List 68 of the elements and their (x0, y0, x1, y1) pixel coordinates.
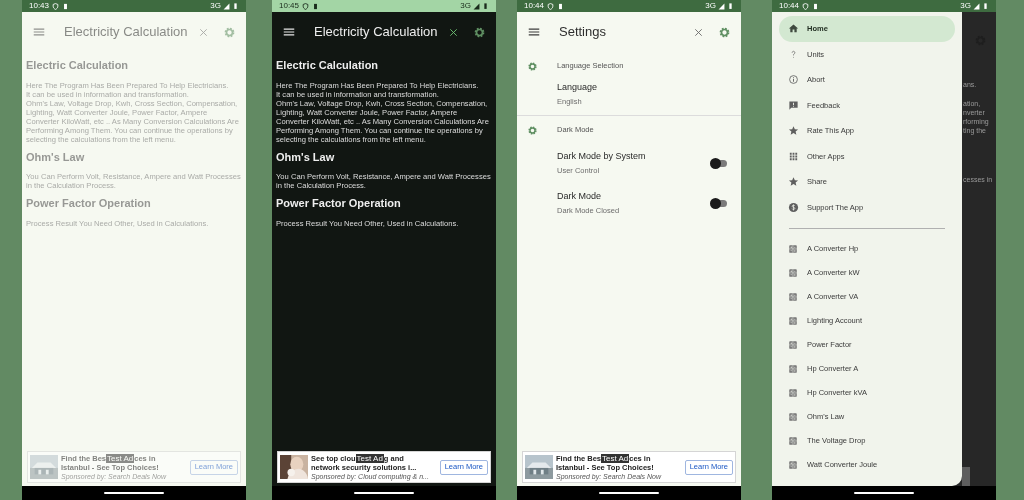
calculator-icon (788, 268, 798, 278)
shield-icon (802, 2, 810, 10)
shield-icon (547, 2, 555, 10)
sim-card-icon (557, 2, 565, 10)
setting-title: Dark Mode (557, 190, 602, 204)
signal-icon (973, 2, 980, 10)
battery-icon (232, 2, 239, 10)
shield-icon (52, 2, 60, 10)
status-time: 10:44 (779, 2, 800, 10)
home-indicator[interactable] (354, 492, 414, 494)
feedback-icon (788, 99, 799, 111)
status-time: 10:44 (524, 2, 545, 10)
section-heading: Ohm's Law (276, 149, 336, 165)
dollar-icon (788, 201, 799, 213)
home-indicator[interactable] (104, 492, 164, 494)
test-ad-badge: Test Ad (355, 453, 384, 463)
section-heading: Electric Calculation (26, 58, 130, 73)
calculator-icon (788, 412, 798, 422)
signal-icon (473, 2, 480, 10)
section-heading: Power Factor Operation (276, 196, 402, 211)
sim-card-icon (812, 2, 820, 10)
settings-icon (527, 124, 538, 136)
calculator-icon (788, 244, 798, 254)
grid-icon (788, 150, 799, 162)
setting-title: Dark Mode by System (557, 150, 647, 164)
section-heading: Ohm's Law (26, 149, 86, 165)
shield-icon (302, 2, 310, 10)
battery-icon (727, 2, 734, 10)
status-time: 10:43 (29, 2, 50, 10)
network-type: 3G (460, 2, 471, 10)
signal-icon (718, 2, 725, 10)
calculator-icon (788, 436, 798, 446)
toggle-switch[interactable] (712, 159, 727, 167)
network-type: 3G (960, 2, 971, 10)
test-ad-badge: Test Ad (601, 453, 630, 463)
home-icon (788, 23, 799, 35)
close-icon[interactable] (448, 26, 459, 38)
sim-card-icon (62, 2, 70, 10)
home-indicator[interactable] (599, 492, 659, 494)
battery-icon (982, 2, 989, 10)
app-title: Settings (559, 23, 607, 42)
info-icon (788, 74, 799, 86)
network-type: 3G (705, 2, 716, 10)
toggle-switch[interactable] (712, 199, 727, 207)
test-ad-badge: Test Ad (106, 453, 135, 463)
close-icon[interactable] (693, 26, 704, 38)
calculator-icon (788, 460, 798, 470)
home-indicator[interactable] (854, 492, 914, 494)
calculator-icon (788, 364, 798, 374)
calculator-icon (788, 340, 798, 350)
status-time: 10:45 (279, 2, 300, 10)
settings-icon[interactable] (718, 25, 731, 39)
section-heading: Electric Calculation (276, 58, 380, 73)
star-icon (788, 176, 799, 188)
star-icon (788, 125, 799, 137)
battery-icon (482, 2, 489, 10)
sim-card-icon (312, 2, 320, 10)
calculator-icon (788, 388, 798, 398)
signal-icon (223, 2, 230, 10)
app-title: Electricity Calculation (314, 23, 439, 42)
network-type: 3G (210, 2, 221, 10)
calculator-icon (788, 316, 798, 326)
calculator-icon (788, 292, 798, 302)
app-title: Electricity Calculation (64, 23, 189, 42)
settings-icon (527, 60, 538, 72)
settings-icon[interactable] (473, 25, 486, 39)
setting-title: Language (557, 81, 599, 95)
section-heading: Power Factor Operation (26, 196, 152, 211)
